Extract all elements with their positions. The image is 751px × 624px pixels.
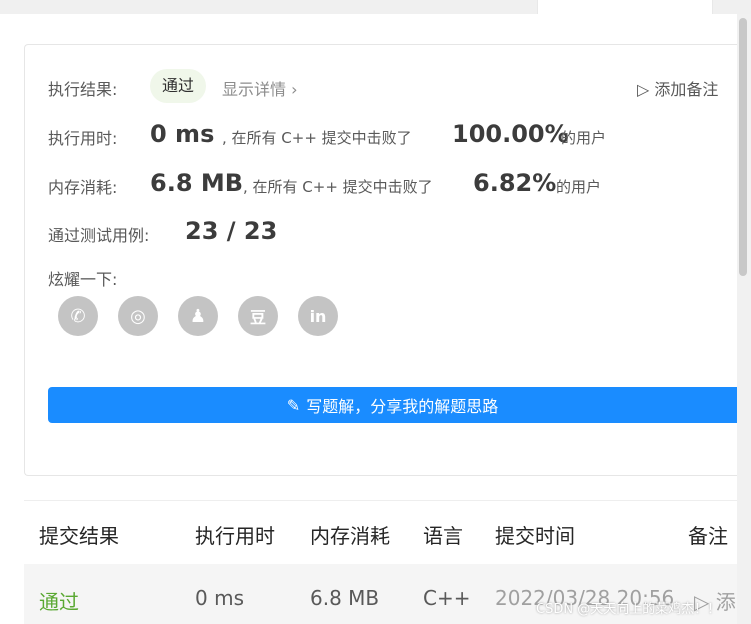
memory-beat-text: , 在所有 C++ 提交中击败了 — [243, 178, 433, 196]
add-note-label: 添加备注 — [654, 80, 719, 99]
memory-label: 内存消耗: — [48, 178, 118, 197]
runtime-label: 执行用时: — [48, 129, 118, 148]
active-tab[interactable] — [537, 0, 713, 14]
share-label: 炫耀一下: — [48, 270, 118, 289]
header-runtime: 执行用时 — [195, 524, 275, 548]
header-note: 备注 — [688, 524, 728, 548]
weibo-share-button[interactable]: ◎ — [118, 296, 158, 336]
row-status-link[interactable]: 通过 — [39, 586, 79, 615]
memory-suffix: 的用户 — [556, 178, 602, 196]
runtime-percent: 100.00% — [452, 120, 569, 148]
tests-value: 23 / 23 — [185, 217, 278, 245]
runtime-value: 0 ms — [150, 120, 215, 148]
show-details-link[interactable]: 显示详情 › — [222, 76, 298, 100]
add-note-button[interactable]: ▷ 添加备注 — [637, 76, 718, 100]
wechat-share-button[interactable]: ✆ — [58, 296, 98, 336]
write-solution-label: 写题解，分享我的解题思路 — [306, 397, 499, 416]
linkedin-icon: in — [309, 306, 327, 326]
tests-label: 通过测试用例: — [48, 226, 150, 245]
scrollbar-thumb[interactable] — [739, 18, 747, 276]
watermark: CSDN @天天向上的菜鸡杰！！ — [536, 602, 721, 617]
chevron-right-icon: › — [291, 80, 298, 99]
status-badge: 通过 — [150, 69, 207, 103]
douban-share-button[interactable]: 豆 — [238, 296, 278, 336]
flag-icon: ▷ — [637, 80, 650, 99]
header-memory: 内存消耗 — [310, 524, 390, 548]
row-runtime: 0 ms — [195, 586, 244, 610]
qq-share-button[interactable]: ♟ — [178, 296, 218, 336]
header-language: 语言 — [423, 524, 463, 548]
show-details-label: 显示详情 — [222, 80, 287, 99]
memory-value: 6.8 MB — [150, 169, 244, 197]
write-solution-button[interactable]: ✎ 写题解，分享我的解题思路 — [48, 387, 737, 423]
header-time: 提交时间 — [495, 524, 575, 548]
pencil-icon: ✎ — [286, 395, 301, 415]
row-language: C++ — [423, 586, 471, 610]
runtime-beat-text: , 在所有 C++ 提交中击败了 — [222, 129, 412, 147]
row-memory: 6.8 MB — [310, 586, 380, 610]
qq-icon: ♟ — [189, 305, 207, 327]
linkedin-share-button[interactable]: in — [298, 296, 338, 336]
wechat-icon: ✆ — [70, 305, 86, 327]
header-status: 提交结果 — [39, 524, 119, 548]
weibo-icon: ◎ — [130, 305, 146, 327]
result-label: 执行结果: — [48, 80, 118, 99]
runtime-suffix: 的用户 — [561, 129, 607, 147]
memory-percent: 6.82% — [473, 169, 557, 197]
douban-icon: 豆 — [249, 308, 266, 327]
